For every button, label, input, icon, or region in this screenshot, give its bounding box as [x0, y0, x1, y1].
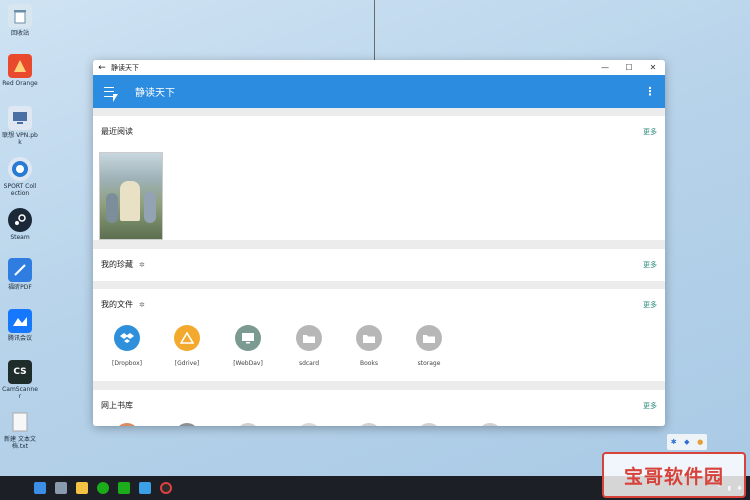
close-button[interactable]: ✕ [641, 63, 665, 72]
book-cover-figure [120, 181, 140, 221]
file-source-books[interactable]: Books [344, 325, 394, 367]
network-tray-icon[interactable]: ◆ [684, 438, 689, 446]
app-toolbar: 静读天下 ⋮ [93, 75, 665, 108]
steam-icon [8, 208, 32, 232]
favorites-label: 我的珍藏 [101, 260, 133, 269]
file-source-label: [WebDav] [233, 360, 263, 367]
favorites-more-link[interactable]: 更多 [643, 260, 657, 270]
my-files-label: 我的文件 [101, 300, 133, 309]
recent-reading-card: 最近阅读 更多 [93, 116, 665, 240]
file-source-label: storage [417, 360, 441, 367]
wechat-work-icon[interactable] [118, 482, 130, 494]
library-icon[interactable] [297, 423, 321, 426]
camscanner-icon: CS [8, 360, 32, 384]
settings-gear-icon[interactable]: ✲ [139, 301, 145, 309]
book-cover-figure [144, 191, 156, 223]
file-source-storage[interactable]: storage [404, 325, 454, 367]
library-icon[interactable] [115, 423, 139, 426]
file-source-label: [Dropbox] [112, 360, 142, 367]
file-source-sdcard[interactable]: sdcard [284, 325, 334, 367]
bluetooth-tray-icon[interactable]: ✱ [671, 438, 677, 446]
app-window: ← 静读天下 — ☐ ✕ 静读天下 ⋮ 最近阅读 更多 我的珍藏 ✲ 更多 我的… [93, 60, 665, 426]
my-files-more-link[interactable]: 更多 [643, 300, 657, 310]
file-source-label: Books [359, 360, 379, 367]
book-cover[interactable] [99, 152, 163, 240]
desktop-icon-vpn[interactable]: 联想 VPN.pbk [2, 106, 38, 146]
file-explorer-icon[interactable] [76, 482, 88, 494]
my-files-card: 我的文件 ✲ 更多 [Dropbox] [Gdrive] [WebDav] sd… [93, 289, 665, 381]
desktop-icon-sport[interactable]: SPORT Collection [2, 157, 38, 197]
desktop-icon-pdf[interactable]: 福昕PDF [2, 258, 38, 291]
webdav-icon [235, 325, 261, 351]
meeting-icon [8, 309, 32, 333]
record-icon[interactable] [160, 482, 172, 494]
online-library-title: 网上书库 [101, 401, 133, 410]
library-icon[interactable] [357, 423, 381, 426]
file-source-label: [Gdrive] [174, 360, 200, 367]
desktop-icon-recycle-bin[interactable]: 回收站 [2, 4, 38, 37]
start-icon[interactable] [34, 482, 46, 494]
recycle-bin-icon [8, 4, 32, 28]
window-title: 静读天下 [111, 63, 139, 72]
gdrive-icon [174, 325, 200, 351]
file-source-webdav[interactable]: [WebDav] [223, 325, 273, 367]
maximize-button[interactable]: ☐ [617, 63, 641, 72]
desktop-divider-line [374, 0, 375, 60]
desktop-icon-steam[interactable]: Steam [2, 208, 38, 241]
desktop-icon-camscanner[interactable]: CS CamScanner [2, 360, 38, 400]
book-cover-figure [106, 193, 118, 223]
folder-icon [416, 325, 442, 351]
recent-reading-more-link[interactable]: 更多 [643, 127, 657, 137]
online-library-card: 网上书库 更多 [93, 390, 665, 426]
recent-reading-title: 最近阅读 [101, 127, 133, 136]
window-titlebar: ← 静读天下 — ☐ ✕ [93, 60, 665, 75]
site-watermark-logo: 宝哥软件园 [602, 452, 746, 498]
wechat-icon[interactable] [97, 482, 109, 494]
dropbox-icon [114, 325, 140, 351]
desktop-icon-text-file[interactable]: 新建 文本文档.txt [2, 410, 38, 450]
file-source-gdrive[interactable]: [Gdrive] [162, 325, 212, 367]
tray-overflow-popup: ✱ ◆ ● [667, 434, 707, 450]
sport-icon [8, 157, 32, 181]
back-arrow-icon[interactable]: ← [93, 63, 111, 73]
desktop-icon-meeting[interactable]: 腾讯会议 [2, 309, 38, 342]
mouse-cursor [113, 94, 118, 102]
file-source-dropbox[interactable]: [Dropbox] [102, 325, 152, 367]
moon-reader-taskbar-icon[interactable] [139, 482, 151, 494]
library-icon[interactable] [478, 423, 502, 426]
settings-gear-icon[interactable]: ✲ [139, 261, 145, 269]
vpn-icon [8, 106, 32, 130]
file-source-label: sdcard [298, 360, 320, 367]
online-library-more-link[interactable]: 更多 [643, 401, 657, 411]
home-content: 最近阅读 更多 我的珍藏 ✲ 更多 我的文件 ✲ 更多 [Dropbox] [G… [93, 108, 665, 426]
text-file-icon [8, 410, 32, 434]
app-tray-icon[interactable]: ● [697, 438, 703, 446]
my-files-title: 我的文件 ✲ [101, 299, 145, 310]
overflow-menu-icon[interactable]: ⋮ [635, 85, 665, 98]
library-icon[interactable] [175, 423, 199, 426]
library-icon[interactable] [236, 423, 260, 426]
folder-icon [356, 325, 382, 351]
minimize-button[interactable]: — [593, 63, 617, 72]
app-title: 静读天下 [135, 88, 175, 99]
folder-icon [296, 325, 322, 351]
search-icon[interactable] [55, 482, 67, 494]
favorites-card[interactable]: 我的珍藏 ✲ 更多 [93, 249, 665, 281]
desktop-icon-red-orange[interactable]: Red Orange [2, 54, 38, 87]
pdf-icon [8, 258, 32, 282]
library-icon[interactable] [417, 423, 441, 426]
favorites-title: 我的珍藏 ✲ [101, 259, 145, 270]
red-orange-icon [8, 54, 32, 78]
menu-button[interactable] [93, 86, 125, 97]
